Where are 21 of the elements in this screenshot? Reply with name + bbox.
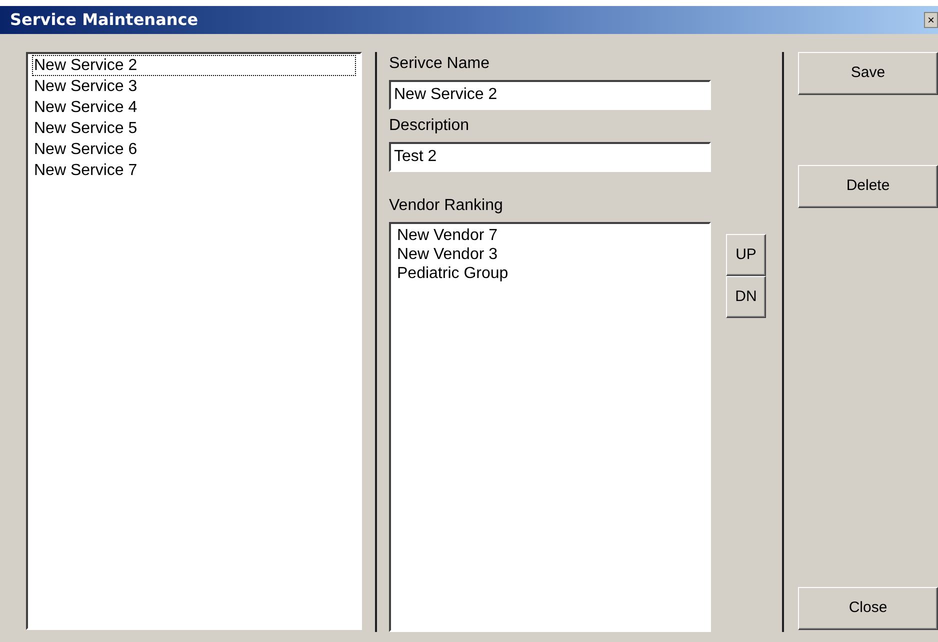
close-dialog-button[interactable]: Close [798, 587, 938, 630]
field-label: Serivce Name [389, 54, 490, 74]
vendor-item[interactable]: New Vendor 7 [397, 226, 703, 245]
close-button[interactable]: × [924, 12, 938, 28]
service-item[interactable]: New Service 2 [32, 55, 356, 76]
description-field[interactable]: Test 2 [389, 142, 711, 172]
vendor-item[interactable]: New Vendor 3 [397, 245, 703, 264]
vendor-item[interactable]: Pediatric Group [397, 264, 703, 283]
service-item[interactable]: New Service 5 [32, 118, 356, 139]
field-label: Vendor Ranking [389, 196, 504, 216]
down-button[interactable]: DN [726, 276, 766, 318]
service-item[interactable]: New Service 4 [32, 97, 356, 118]
field-label: Description [389, 116, 470, 136]
service-item[interactable]: New Service 6 [32, 139, 356, 160]
window-title: Service Maintenance [10, 9, 198, 31]
service-item[interactable]: New Service 7 [32, 160, 356, 181]
service-item[interactable]: New Service 3 [32, 76, 356, 97]
save-button[interactable]: Save [798, 52, 938, 95]
delete-button[interactable]: Delete [798, 165, 938, 208]
up-button[interactable]: UP [726, 234, 766, 276]
service-name-field[interactable]: New Service 2 [389, 80, 711, 110]
